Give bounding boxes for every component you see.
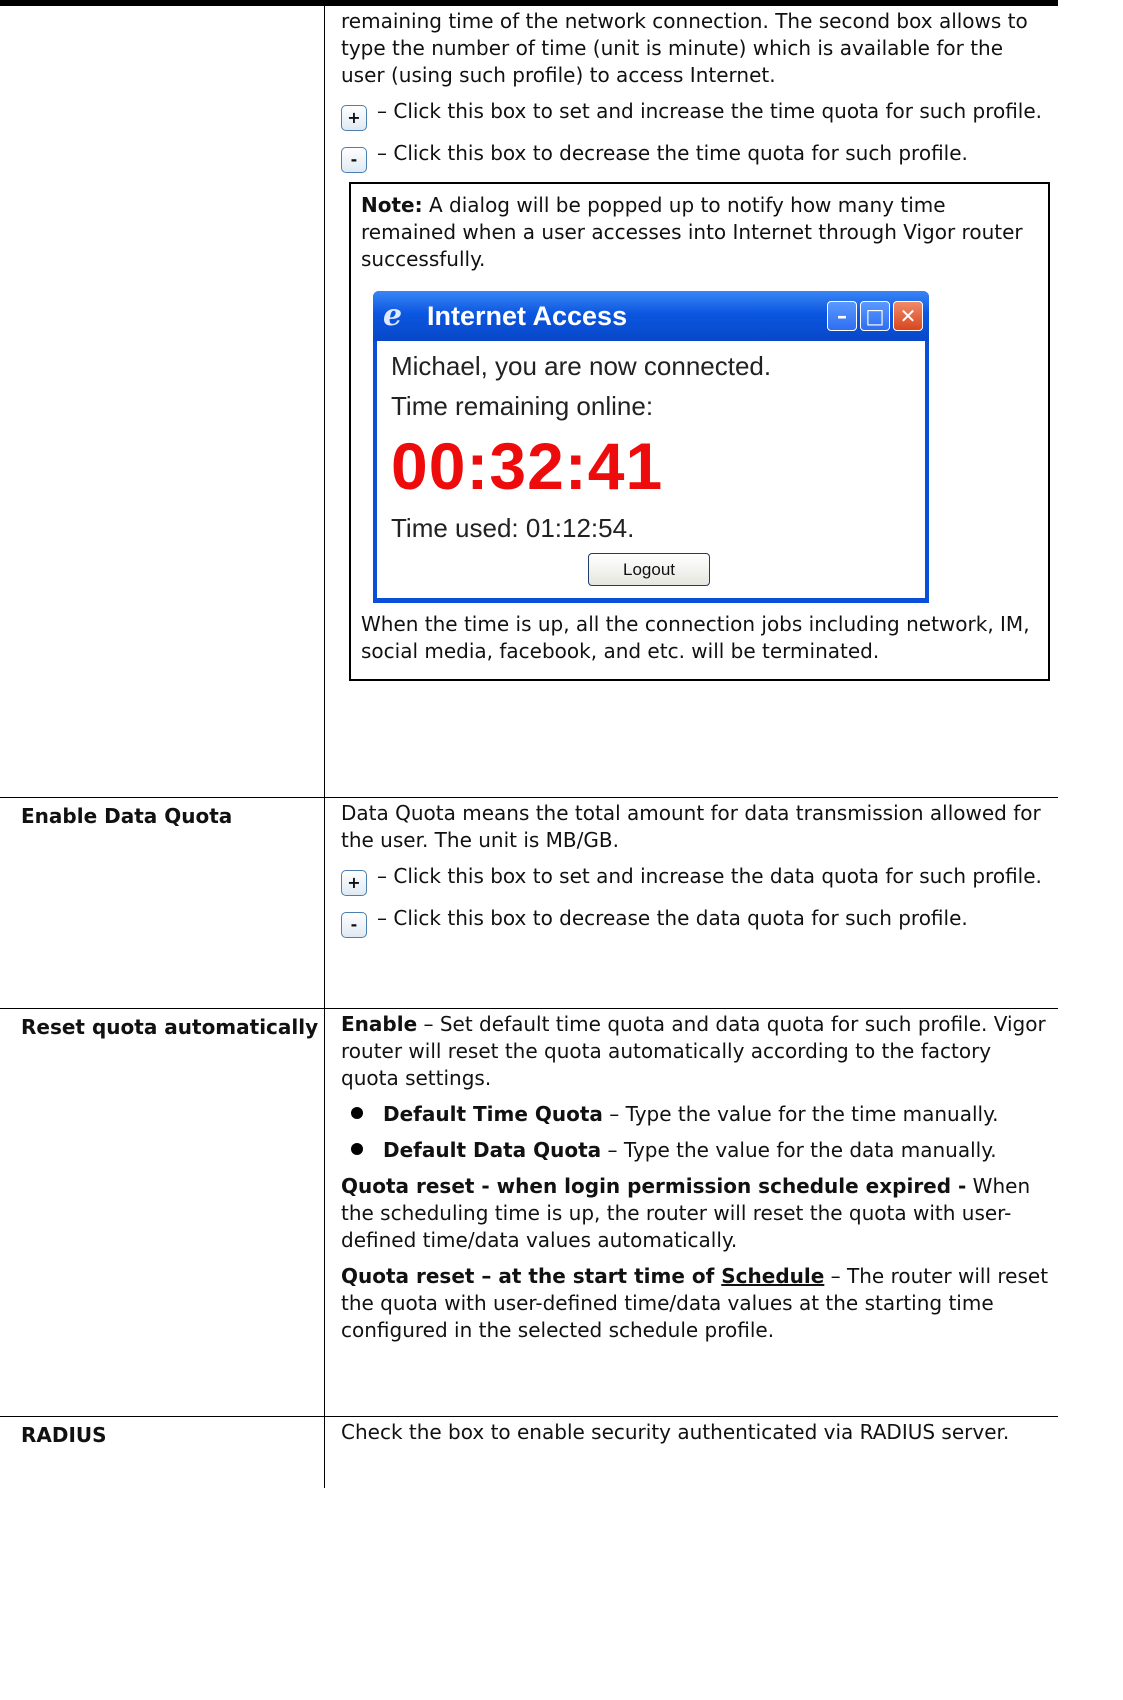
- list-item: Default Data Quota – Type the value for …: [341, 1137, 1052, 1164]
- reset-schedule-label: Quota reset – at the start time of: [341, 1263, 722, 1288]
- minus-icon: -: [341, 911, 367, 938]
- default-time-quota-text: – Type the value for the time manually.: [602, 1101, 999, 1126]
- reset-enable-label: Enable: [341, 1011, 418, 1036]
- list-item: Default Time Quota – Type the value for …: [341, 1101, 1052, 1128]
- reset-schedule-paragraph: Quota reset – at the start time of Sched…: [341, 1263, 1052, 1344]
- data-quota-description: Data Quota means the total amount for da…: [324, 796, 1058, 1008]
- note-box: Note: A dialog will be popped up to noti…: [349, 182, 1050, 681]
- time-minus-row: - – Click this box to decrease the time q…: [341, 140, 1052, 173]
- data-quota-intro: Data Quota means the total amount for da…: [341, 800, 1041, 852]
- dialog-logout-row: Logout: [391, 553, 907, 586]
- parameter-table: remaining time of the network connection…: [0, 0, 1058, 1488]
- default-data-quota-label: Default Data Quota: [383, 1137, 602, 1162]
- time-minus-desc: – Click this box to decrease the time qu…: [377, 141, 968, 165]
- close-icon[interactable]: ✕: [893, 301, 923, 331]
- reset-default-list: Default Time Quota – Type the value for …: [341, 1101, 1052, 1164]
- reset-enable-text: – Set default time quota and data quota …: [341, 1011, 1046, 1090]
- plus-icon: +: [341, 869, 367, 896]
- radius-text: Check the box to enable security authent…: [341, 1419, 1010, 1444]
- schedule-link[interactable]: Schedule: [721, 1264, 824, 1288]
- minus-icon: -: [341, 147, 367, 173]
- dialog-connected-text: Michael, you are now connected.: [391, 351, 772, 381]
- dialog-remaining-label: Time remaining online:: [391, 391, 654, 421]
- time-quota-intro: remaining time of the network connection…: [341, 9, 1028, 87]
- internet-access-dialog: e Internet Access – □ ✕ Michael, you are…: [373, 291, 929, 603]
- dialog-body: Michael, you are now connected. Time rem…: [377, 341, 925, 598]
- data-plus-row: + – Click this box to set and increase th…: [341, 863, 1052, 896]
- dialog-time-used: Time used: 01:12:54.: [391, 513, 635, 543]
- dialog-remaining-time: 00:32:41: [391, 429, 664, 503]
- radius-description: Check the box to enable security authent…: [324, 1415, 1058, 1488]
- reset-quota-description: Enable – Set default time quota and data…: [324, 1007, 1058, 1416]
- logout-button[interactable]: Logout: [588, 553, 710, 586]
- note-paragraph: Note: A dialog will be popped up to noti…: [361, 192, 1040, 273]
- default-time-quota-label: Default Time Quota: [383, 1101, 603, 1126]
- reset-enable-paragraph: Enable – Set default time quota and data…: [341, 1011, 1052, 1092]
- internet-explorer-icon: e: [383, 298, 403, 333]
- dialog-title: Internet Access: [427, 300, 628, 331]
- time-quota-description: remaining time of the network connection…: [324, 0, 1058, 797]
- note-text: A dialog will be popped up to notify how…: [361, 193, 1023, 271]
- bullet-icon: [351, 1106, 363, 1119]
- after-dialog-text: When the time is up, all the connection …: [361, 612, 1030, 663]
- data-minus-desc: – Click this box to decrease the data qu…: [377, 905, 968, 930]
- radius-label: RADIUS: [0, 1415, 325, 1488]
- dialog-titlebar: e Internet Access – □ ✕: [373, 291, 929, 341]
- reset-expired-label: Quota reset - when login permission sche…: [341, 1173, 967, 1198]
- time-plus-desc: – Click this box to set and increase the…: [377, 99, 1043, 123]
- default-data-quota-text: – Type the value for the data manually.: [601, 1137, 997, 1162]
- data-plus-desc: – Click this box to set and increase the…: [377, 863, 1042, 888]
- reset-expired-paragraph: Quota reset - when login permission sche…: [341, 1173, 1052, 1254]
- bullet-icon: [351, 1142, 363, 1155]
- reset-quota-label: Reset quota automatically: [0, 1007, 325, 1416]
- note-label: Note:: [361, 193, 423, 217]
- plus-icon: +: [341, 105, 367, 131]
- data-quota-label: Enable Data Quota: [0, 796, 325, 1008]
- param-label-cell-empty: [0, 0, 325, 797]
- minimize-icon[interactable]: –: [827, 301, 857, 331]
- maximize-icon[interactable]: □: [860, 301, 890, 331]
- data-minus-row: - – Click this box to decrease the data q…: [341, 905, 1052, 938]
- time-plus-row: + – Click this box to set and increase th…: [341, 98, 1052, 131]
